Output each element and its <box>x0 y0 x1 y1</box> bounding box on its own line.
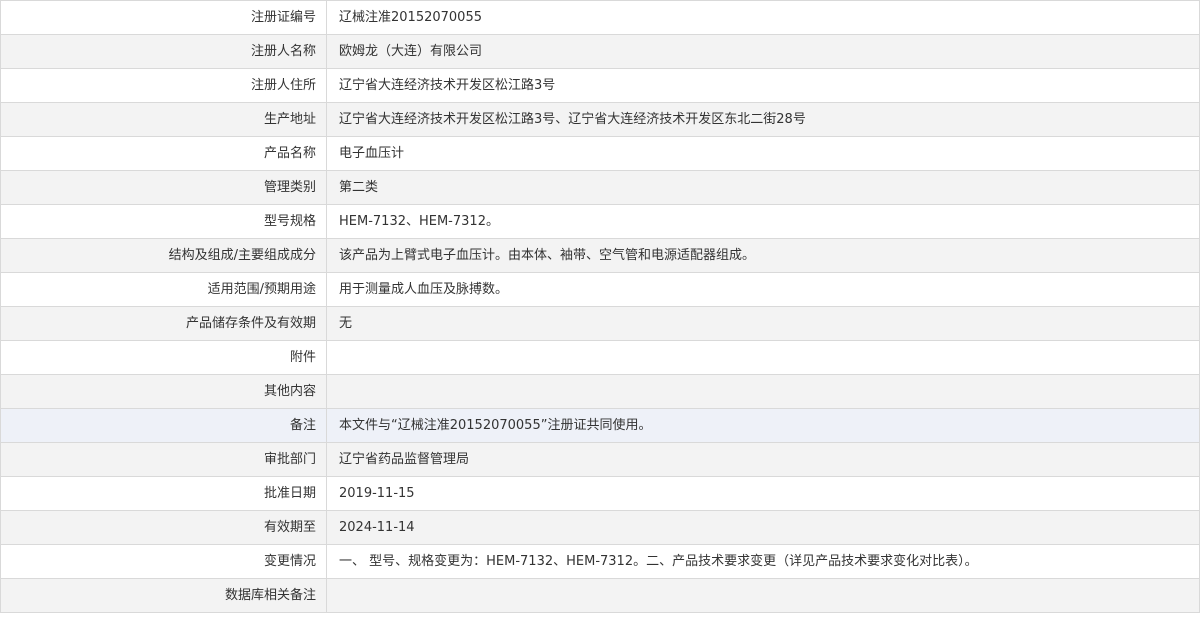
row-attachment: 附件 <box>0 341 1200 375</box>
row-valid-until: 有效期至 2024-11-14 <box>0 511 1200 545</box>
label-registrant-name: 注册人名称 <box>0 35 327 68</box>
row-other-content: 其他内容 <box>0 375 1200 409</box>
label-approval-department: 审批部门 <box>0 443 327 476</box>
label-other-content: 其他内容 <box>0 375 327 408</box>
label-structure-composition: 结构及组成/主要组成成分 <box>0 239 327 272</box>
row-approval-date: 批准日期 2019-11-15 <box>0 477 1200 511</box>
value-other-content <box>327 375 1200 408</box>
value-storage-validity: 无 <box>327 307 1200 340</box>
label-registrant-address: 注册人住所 <box>0 69 327 102</box>
row-registrant-name: 注册人名称 欧姆龙（大连）有限公司 <box>0 35 1200 69</box>
row-structure-composition: 结构及组成/主要组成成分 该产品为上臂式电子血压计。由本体、袖带、空气管和电源适… <box>0 239 1200 273</box>
label-management-category: 管理类别 <box>0 171 327 204</box>
label-valid-until: 有效期至 <box>0 511 327 544</box>
row-product-name: 产品名称 电子血压计 <box>0 137 1200 171</box>
row-registration-number: 注册证编号 辽械注准20152070055 <box>0 1 1200 35</box>
value-intended-use: 用于测量成人血压及脉搏数。 <box>327 273 1200 306</box>
row-intended-use: 适用范围/预期用途 用于测量成人血压及脉搏数。 <box>0 273 1200 307</box>
label-approval-date: 批准日期 <box>0 477 327 510</box>
value-approval-date: 2019-11-15 <box>327 477 1200 510</box>
value-database-remarks <box>327 579 1200 612</box>
value-remarks: 本文件与“辽械注准20152070055”注册证共同使用。 <box>327 409 1200 442</box>
label-intended-use: 适用范围/预期用途 <box>0 273 327 306</box>
value-production-address: 辽宁省大连经济技术开发区松江路3号、辽宁省大连经济技术开发区东北二街28号 <box>327 103 1200 136</box>
value-product-name: 电子血压计 <box>327 137 1200 170</box>
row-model-spec: 型号规格 HEM-7132、HEM-7312。 <box>0 205 1200 239</box>
value-model-spec: HEM-7132、HEM-7312。 <box>327 205 1200 238</box>
label-product-name: 产品名称 <box>0 137 327 170</box>
value-registrant-name: 欧姆龙（大连）有限公司 <box>327 35 1200 68</box>
registration-detail-table: 注册证编号 辽械注准20152070055 注册人名称 欧姆龙（大连）有限公司 … <box>0 0 1200 613</box>
value-valid-until: 2024-11-14 <box>327 511 1200 544</box>
value-attachment <box>327 341 1200 374</box>
label-model-spec: 型号规格 <box>0 205 327 238</box>
value-registrant-address: 辽宁省大连经济技术开发区松江路3号 <box>327 69 1200 102</box>
label-change-status: 变更情况 <box>0 545 327 578</box>
row-storage-validity: 产品储存条件及有效期 无 <box>0 307 1200 341</box>
value-registration-number: 辽械注准20152070055 <box>327 1 1200 34</box>
row-change-status: 变更情况 一、 型号、规格变更为：HEM-7132、HEM-7312。二、产品技… <box>0 545 1200 579</box>
label-storage-validity: 产品储存条件及有效期 <box>0 307 327 340</box>
row-remarks: 备注 本文件与“辽械注准20152070055”注册证共同使用。 <box>0 409 1200 443</box>
label-database-remarks: 数据库相关备注 <box>0 579 327 612</box>
label-remarks: 备注 <box>0 409 327 442</box>
label-production-address: 生产地址 <box>0 103 327 136</box>
row-management-category: 管理类别 第二类 <box>0 171 1200 205</box>
label-attachment: 附件 <box>0 341 327 374</box>
value-change-status: 一、 型号、规格变更为：HEM-7132、HEM-7312。二、产品技术要求变更… <box>327 545 1200 578</box>
label-registration-number: 注册证编号 <box>0 1 327 34</box>
value-approval-department: 辽宁省药品监督管理局 <box>327 443 1200 476</box>
row-approval-department: 审批部门 辽宁省药品监督管理局 <box>0 443 1200 477</box>
row-production-address: 生产地址 辽宁省大连经济技术开发区松江路3号、辽宁省大连经济技术开发区东北二街2… <box>0 103 1200 137</box>
row-database-remarks: 数据库相关备注 <box>0 579 1200 613</box>
value-structure-composition: 该产品为上臂式电子血压计。由本体、袖带、空气管和电源适配器组成。 <box>327 239 1200 272</box>
row-registrant-address: 注册人住所 辽宁省大连经济技术开发区松江路3号 <box>0 69 1200 103</box>
value-management-category: 第二类 <box>327 171 1200 204</box>
